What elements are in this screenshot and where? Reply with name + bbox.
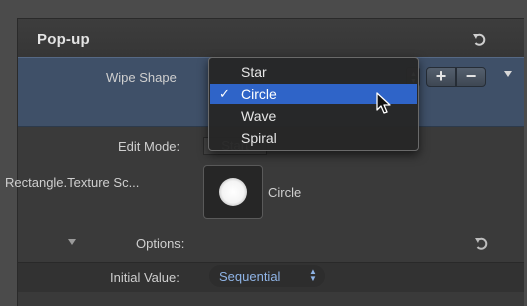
initial-value-label: Initial Value: xyxy=(110,270,180,285)
circle-thumbnail xyxy=(219,178,247,206)
panel-header: Pop-up xyxy=(18,19,524,57)
texture-image-well[interactable] xyxy=(203,165,263,219)
wipe-shape-label: Wipe Shape xyxy=(106,70,177,85)
edit-mode-label: Edit Mode: xyxy=(118,139,181,154)
remove-shape-button[interactable]: − xyxy=(456,67,486,87)
inspector-panel: Pop-up Wipe Shape ▲▼ + − Edit Mode: Star… xyxy=(5,18,524,306)
texture-source-label: Rectangle.Texture Sc... xyxy=(5,175,140,190)
options-label: Options: xyxy=(136,236,185,251)
texture-name: Circle xyxy=(268,185,302,200)
reset-icon[interactable] xyxy=(471,32,487,48)
checkmark-icon: ✓ xyxy=(219,86,230,101)
initial-value-selected: Sequential xyxy=(219,269,281,284)
menu-arrow-icon[interactable] xyxy=(504,71,512,77)
add-shape-button[interactable]: + xyxy=(426,67,456,87)
initial-value-popup[interactable]: Sequential ▲ ▼ xyxy=(209,265,325,287)
pointer-cursor-icon xyxy=(376,92,391,114)
updown-arrows-icon: ▲ ▼ xyxy=(309,267,317,283)
panel-title: Pop-up xyxy=(37,31,90,48)
disclosure-triangle-icon[interactable] xyxy=(68,239,76,245)
menu-item-star[interactable]: Star xyxy=(210,62,417,82)
menu-item-spiral[interactable]: Spiral xyxy=(210,128,417,148)
reset-icon[interactable] xyxy=(473,236,489,252)
